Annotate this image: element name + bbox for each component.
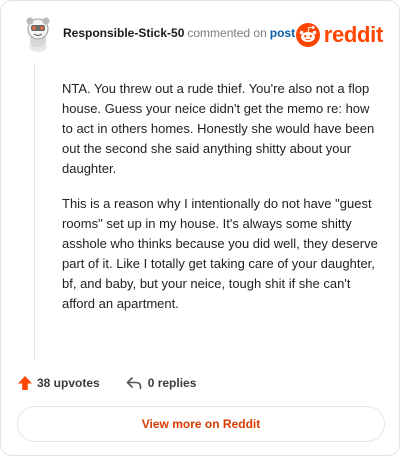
comment-actions: 38 upvotes 0 replies — [17, 373, 196, 393]
upvote-arrow-icon — [18, 376, 32, 390]
replies-button[interactable]: 0 replies — [126, 376, 197, 390]
comment-paragraph-1: NTA. You threw out a rude thief. You're … — [62, 81, 375, 176]
thread-line — [34, 63, 35, 360]
reddit-logo-icon — [295, 23, 320, 47]
comment-header: Responsible-Stick-50 commented on post red… — [17, 14, 387, 54]
user-avatar[interactable] — [21, 16, 55, 52]
comment-paragraph-2: This is a reason why I intentionally do … — [62, 196, 378, 311]
commented-on-text: commented on — [187, 26, 267, 40]
post-link[interactable]: post — [270, 26, 295, 40]
username-link[interactable]: Responsible-Stick-50 — [63, 26, 184, 40]
upvote-count: 38 upvotes — [37, 376, 100, 390]
comment-card: Responsible-Stick-50 commented on post red… — [0, 0, 400, 456]
comment-meta: Responsible-Stick-50 commented on post — [63, 26, 295, 40]
upvote-button[interactable]: 38 upvotes — [17, 375, 100, 391]
reddit-brand[interactable]: reddit — [295, 22, 384, 48]
replies-count: 0 replies — [147, 376, 197, 390]
comment-body: NTA. You threw out a rude thief. You're … — [62, 79, 382, 329]
view-more-button[interactable]: View more on Reddit — [17, 406, 385, 442]
snoo-avatar-icon — [26, 17, 50, 52]
reddit-wordmark: reddit — [323, 22, 384, 47]
reply-arrow-icon — [126, 377, 142, 390]
